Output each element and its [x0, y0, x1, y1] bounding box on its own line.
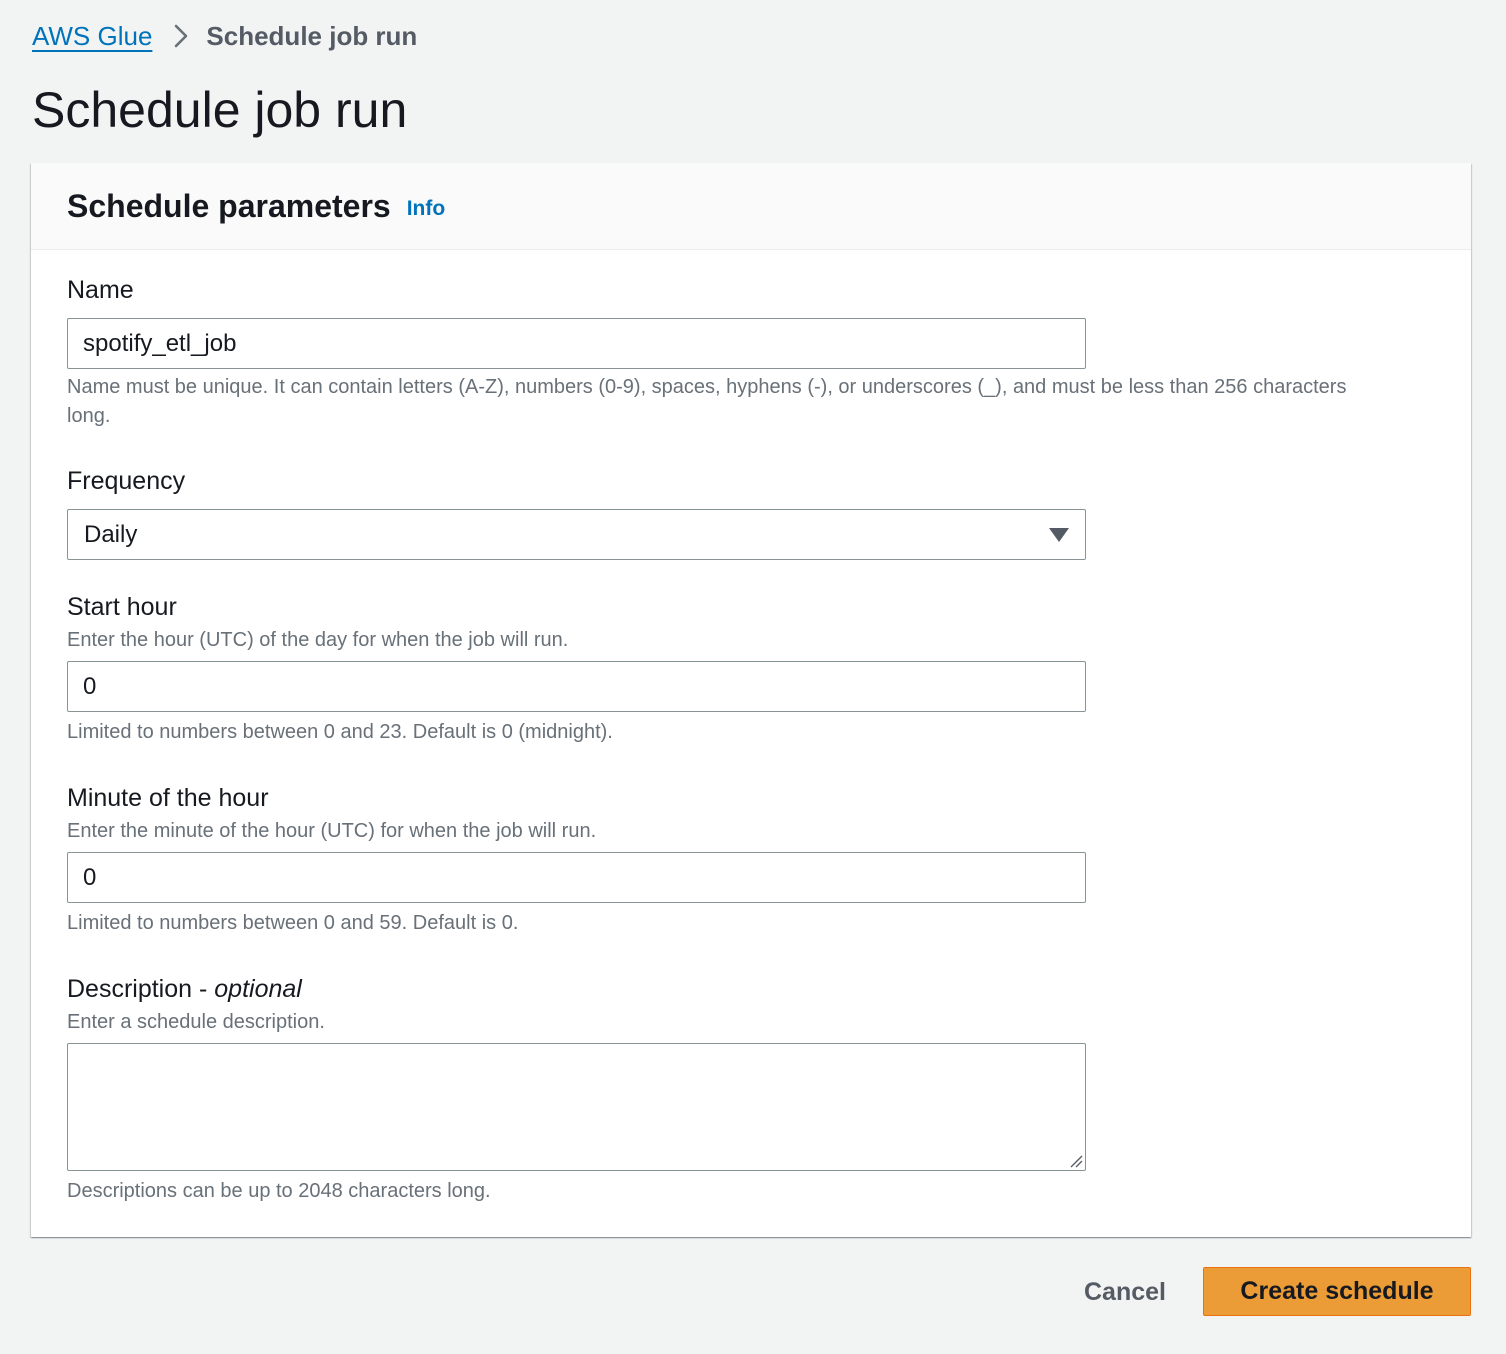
frequency-selected-value: Daily	[84, 520, 138, 548]
description-label-text: Description -	[67, 975, 215, 1003]
breadcrumb-link-aws-glue[interactable]: AWS Glue	[32, 21, 152, 52]
panel-header: Schedule parameters Info	[31, 163, 1471, 250]
description-textarea[interactable]	[67, 1043, 1086, 1171]
description-field-group: Description - optional Enter a schedule …	[67, 974, 1087, 1206]
minute-constraint: Limited to numbers between 0 and 59. Def…	[67, 912, 519, 934]
start-hour-input[interactable]	[67, 661, 1086, 712]
minute-field-group: Minute of the hour Enter the minute of t…	[67, 783, 1087, 938]
description-help: Enter a schedule description.	[67, 1011, 325, 1033]
start-hour-constraint: Limited to numbers between 0 and 23. Def…	[67, 721, 613, 743]
minute-description: Enter the minute of the hour (UTC) for w…	[67, 820, 597, 842]
breadcrumb-current: Schedule job run	[206, 20, 418, 51]
name-label: Name	[67, 276, 134, 304]
minute-label: Minute of the hour	[67, 784, 269, 812]
info-link[interactable]: Info	[407, 197, 445, 221]
description-constraint: Descriptions can be up to 2048 character…	[67, 1180, 491, 1202]
page-title: Schedule job run	[32, 82, 408, 138]
name-input[interactable]	[67, 318, 1086, 369]
create-schedule-button[interactable]: Create schedule	[1203, 1267, 1471, 1316]
name-field-group: Name Name must be unique. It can contain…	[67, 275, 1346, 431]
frequency-select[interactable]: Daily	[67, 509, 1086, 560]
minute-input[interactable]	[67, 852, 1086, 903]
resize-handle-icon[interactable]	[1069, 1154, 1083, 1168]
schedule-parameters-panel: Schedule parameters Info Name Name must …	[31, 163, 1471, 1237]
start-hour-label: Start hour	[67, 593, 177, 621]
frequency-label: Frequency	[67, 467, 186, 495]
start-hour-field-group: Start hour Enter the hour (UTC) of the d…	[67, 592, 1087, 747]
panel-title: Schedule parameters	[67, 187, 391, 224]
frequency-field-group: Frequency Daily	[67, 466, 1087, 560]
caret-down-icon	[1049, 521, 1069, 549]
description-textarea-wrapper	[67, 1043, 1086, 1171]
breadcrumb: AWS Glue Schedule job run	[32, 18, 417, 54]
description-label: Description - optional	[67, 974, 1087, 1004]
cancel-button[interactable]: Cancel	[1068, 1268, 1182, 1316]
optional-tag: optional	[214, 975, 302, 1003]
start-hour-description: Enter the hour (UTC) of the day for when…	[67, 629, 569, 651]
name-constraint: Name must be unique. It can contain lett…	[67, 376, 1347, 427]
chevron-right-icon	[174, 24, 188, 48]
